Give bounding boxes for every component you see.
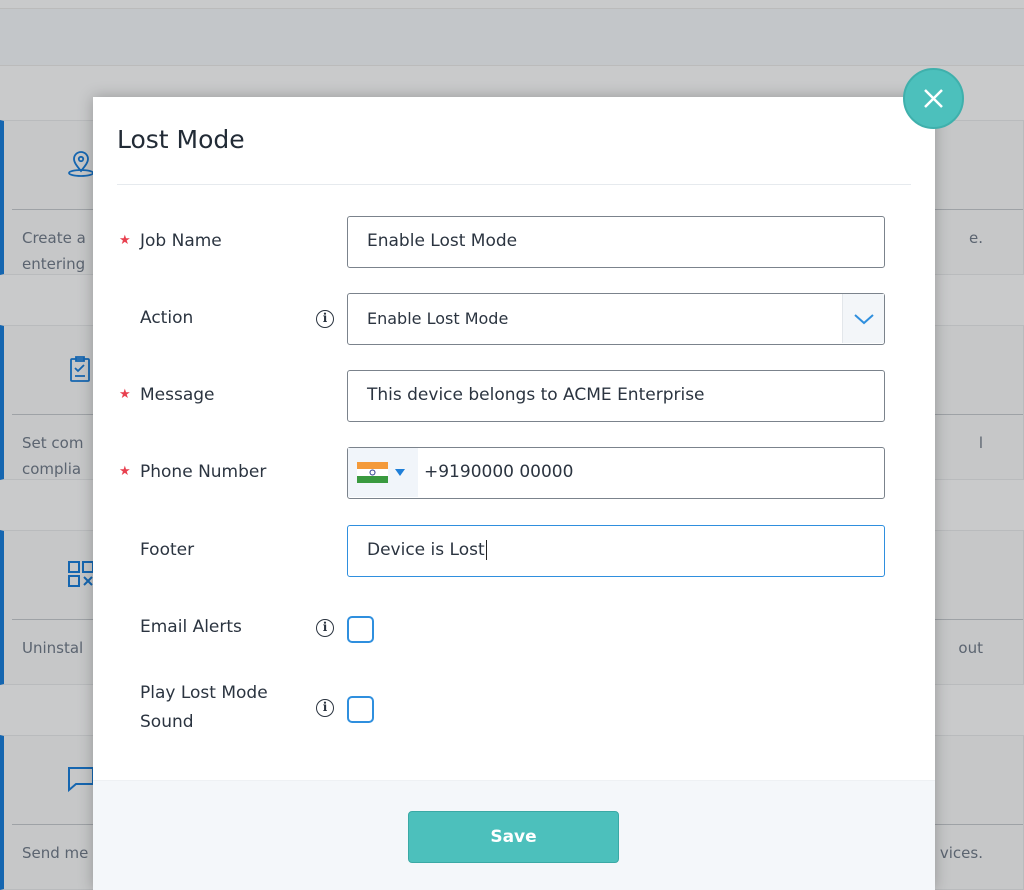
country-selector[interactable]	[348, 448, 418, 497]
action-label: Action	[140, 308, 194, 328]
phone-input[interactable]: +9190000 00000	[347, 447, 885, 499]
required-indicator: ★	[119, 233, 131, 248]
save-button[interactable]: Save	[408, 811, 619, 863]
message-input[interactable]: This device belongs to ACME Enterprise	[347, 370, 885, 422]
label-line: Sound	[140, 712, 194, 732]
card-text: vices.	[939, 844, 983, 862]
dropdown-toggle[interactable]	[842, 294, 884, 343]
card-text: Send me	[22, 844, 89, 862]
dialog-title: Lost Mode	[117, 125, 245, 154]
divider	[117, 184, 911, 185]
play-sound-row: Play Lost Mode Sound i	[93, 679, 935, 739]
close-icon	[924, 89, 943, 108]
email-alerts-checkbox[interactable]	[347, 616, 374, 643]
phone-row: ★ Phone Number +9190000 00000	[93, 447, 935, 499]
info-icon[interactable]: i	[316, 310, 334, 328]
chat-bubble-icon	[68, 767, 94, 793]
card-text: entering	[22, 255, 86, 273]
footer-row: Footer Device is Lost​	[93, 525, 935, 577]
text-cursor: ​	[485, 540, 487, 560]
job-name-label: Job Name	[140, 231, 222, 251]
card-text: e.	[969, 229, 983, 247]
info-icon[interactable]: i	[316, 699, 334, 717]
dialog-footer: Save	[93, 780, 935, 890]
info-icon[interactable]: i	[316, 619, 334, 637]
job-name-input[interactable]: Enable Lost Mode	[347, 216, 885, 268]
email-alerts-row: Email Alerts i	[93, 602, 935, 654]
action-select[interactable]: Enable Lost Mode	[347, 293, 885, 345]
card-text: l	[978, 434, 983, 452]
footer-input[interactable]: Device is Lost​	[347, 525, 885, 577]
clipboard-check-icon	[70, 356, 90, 382]
label-line: Play Lost Mode	[140, 683, 268, 703]
message-label: Message	[140, 385, 215, 405]
card-text: complia	[22, 460, 82, 478]
action-row: Action i Enable Lost Mode	[93, 293, 935, 345]
lost-mode-dialog: Lost Mode ★ Job Name Enable Lost Mode Ac…	[93, 97, 935, 890]
chevron-down-icon	[854, 314, 874, 325]
play-sound-label: Play Lost Mode Sound	[140, 679, 268, 737]
required-indicator: ★	[119, 464, 131, 479]
footer-value: Device is Lost	[367, 540, 485, 560]
card-text: out	[958, 639, 983, 657]
close-button[interactable]	[903, 68, 964, 129]
email-alerts-label: Email Alerts	[140, 617, 242, 637]
india-flag-icon	[357, 462, 405, 483]
job-name-row: ★ Job Name Enable Lost Mode	[93, 216, 935, 268]
qr-code-icon	[68, 561, 94, 587]
card-text: Set com	[22, 434, 84, 452]
phone-value: +9190000 00000	[424, 462, 574, 482]
page-header-band	[0, 8, 1024, 66]
phone-label: Phone Number	[140, 462, 267, 482]
card-text: Create a	[22, 229, 86, 247]
action-selected-value: Enable Lost Mode	[367, 309, 509, 328]
location-pin-icon	[68, 151, 94, 177]
required-indicator: ★	[119, 387, 131, 402]
play-sound-checkbox[interactable]	[347, 696, 374, 723]
card-text: Uninstal	[22, 639, 84, 657]
footer-label: Footer	[140, 540, 195, 560]
message-row: ★ Message This device belongs to ACME En…	[93, 370, 935, 422]
